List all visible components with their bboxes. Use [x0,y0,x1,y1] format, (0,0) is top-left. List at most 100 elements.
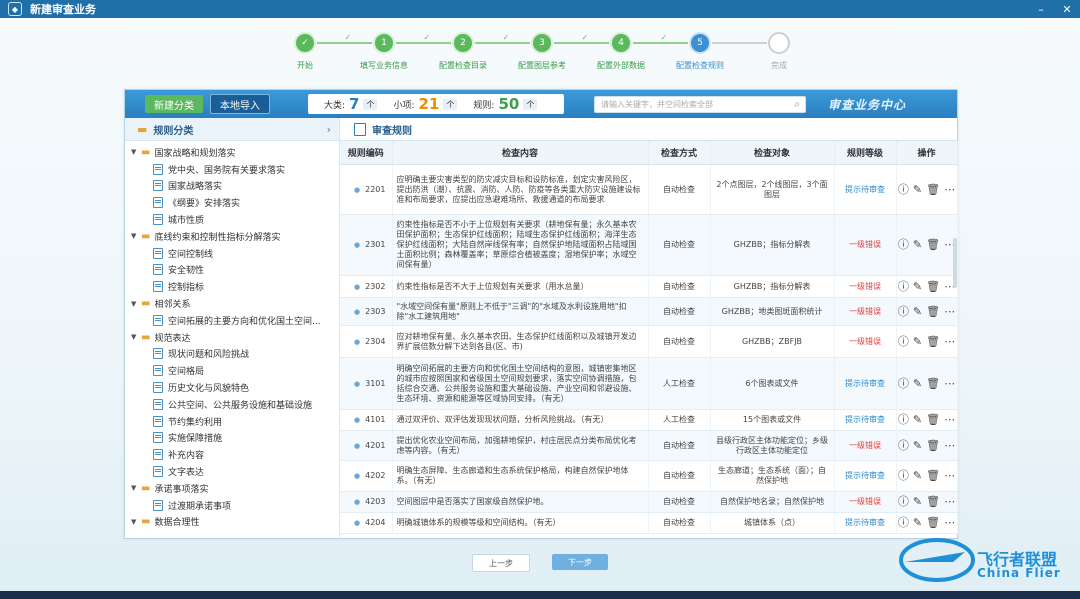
tree-leaf-item[interactable]: 过渡期承诺事项 [125,497,339,514]
delete-icon[interactable]: 🗑 [926,414,940,425]
tree-leaf-item[interactable]: 实施保障措施 [125,430,339,447]
prev-step-button[interactable]: 上一步 [472,554,530,572]
search-input[interactable]: 请输入关键字，并空间检索全部 ⌕ [594,95,806,113]
collapse-arrow-icon[interactable]: › [327,123,331,136]
expand-caret-icon[interactable]: ▼ [131,148,141,156]
vertical-scrollbar[interactable] [953,238,957,288]
local-import-button[interactable]: 本地导入 [210,94,270,114]
close-button[interactable]: ✕ [1054,0,1080,18]
table-row[interactable]: ● 4201 提出优化农业空间布局，加强耕地保护，村庄居民点分类布局优化考虑等内容。… [340,430,958,461]
tree-leaf-item[interactable]: 空间拓展的主要方向和优化国土空间... [125,312,339,329]
tree-category-item[interactable]: ▼ ▬ 相邻关系 [125,295,339,312]
edit-icon[interactable]: ✎ [913,184,922,195]
edit-icon[interactable]: ✎ [913,281,922,292]
table-row[interactable]: ● 3101 明确空间拓展的主要方向和优化国土空间结构的意图，城镇密集地区的城市应按… [340,357,958,410]
delete-icon[interactable]: 🗑 [926,440,940,451]
info-icon[interactable]: ⓘ [898,336,909,347]
more-icon[interactable]: ⋯ [944,517,955,528]
tree-leaf-item[interactable]: 党中央、国务院有关要求落实 [125,161,339,178]
more-icon[interactable]: ⋯ [944,184,955,195]
expand-caret-icon[interactable]: ▼ [131,484,141,492]
step-2: 1 填写业务信息 [349,30,419,71]
expand-caret-icon[interactable]: ▼ [131,333,141,341]
delete-icon[interactable]: 🗑 [926,517,940,528]
delete-icon[interactable]: 🗑 [926,239,940,250]
table-row[interactable]: ● 2303 "水域空间保有量"原则上不低于"三调"的"水域及水利设施用地"扣除"水… [340,297,958,326]
tree-category-item[interactable]: ▼ ▬ 数据合理性 [125,514,339,531]
tree-leaf-item[interactable]: 城市性质 [125,211,339,228]
tree-leaf-item[interactable]: 节约集约利用 [125,413,339,430]
expand-caret-icon[interactable]: ▼ [131,300,141,308]
tree-category-item[interactable]: ▼ ▬ 规范表达 [125,329,339,346]
edit-icon[interactable]: ✎ [913,496,922,507]
edit-icon[interactable]: ✎ [913,517,922,528]
search-icon[interactable]: ⌕ [794,99,800,110]
delete-icon[interactable]: 🗑 [926,470,940,481]
edit-icon[interactable]: ✎ [913,378,922,389]
delete-icon[interactable]: 🗑 [926,496,940,507]
document-icon [153,382,163,394]
tree-leaf-item[interactable]: 文字表达 [125,463,339,480]
tree-item-label: 数据合理性 [154,518,200,529]
info-icon[interactable]: ⓘ [898,239,909,250]
table-row[interactable]: ● 4202 明确生态屏障、生态廊道和生态系统保护格局，构建自然保护地体系。（有无）… [340,460,958,492]
table-row[interactable]: ● 4203 空间图层中是否落实了国家级自然保护地。 自动检查 自然保护地名录；自然保护… [340,491,958,513]
document-icon [153,432,163,444]
expand-caret-icon[interactable]: ▼ [131,232,141,240]
more-icon[interactable]: ⋯ [944,440,955,451]
tree-leaf-item[interactable]: 安全韧性 [125,262,339,279]
tree-leaf-item[interactable]: 国家战略落实 [125,178,339,195]
table-row[interactable]: ● 2302 约束性指标是否不大于上位规划有关要求（用水总量） 自动检查 GHZBB；指… [340,275,958,298]
delete-icon[interactable]: 🗑 [926,281,940,292]
info-icon[interactable]: ⓘ [898,184,909,195]
rule-level-cell: 提示待审查 [834,409,897,431]
edit-icon[interactable]: ✎ [913,336,922,347]
more-icon[interactable]: ⋯ [944,414,955,425]
tree-leaf-item[interactable]: 现状问题和风险挑战 [125,346,339,363]
more-icon[interactable]: ⋯ [944,470,955,481]
edit-icon[interactable]: ✎ [913,306,922,317]
bullet-icon: ● [354,416,361,424]
more-icon[interactable]: ⋯ [944,378,955,389]
info-icon[interactable]: ⓘ [898,281,909,292]
info-icon[interactable]: ⓘ [898,378,909,389]
expand-caret-icon[interactable]: ▼ [131,518,141,526]
table-row[interactable]: ● 4204 明确城镇体系的规模等级和空间结构。（有无） 自动检查 城镇体系（点） 提示待… [340,512,958,534]
tree-leaf-item[interactable]: 空间格局 [125,362,339,379]
tree-leaf-item[interactable]: 《纲要》安排落实 [125,194,339,211]
info-icon[interactable]: ⓘ [898,414,909,425]
edit-icon[interactable]: ✎ [913,239,922,250]
minimize-button[interactable]: – [1028,0,1054,18]
delete-icon[interactable]: 🗑 [926,336,940,347]
edit-icon[interactable]: ✎ [913,414,922,425]
new-category-button[interactable]: 新建分类 [145,95,203,113]
edit-icon[interactable]: ✎ [913,440,922,451]
step-label: 配置外部数据 [597,61,645,70]
info-icon[interactable]: ⓘ [898,440,909,451]
tree-leaf-item[interactable]: 空间控制线 [125,245,339,262]
table-row[interactable]: ● 2304 应对耕地保有量、永久基本农田、生态保护红线面积以及城镇开发边界扩展倍数… [340,325,958,358]
check-method-cell: 自动检查 [648,297,711,326]
tree-leaf-item[interactable]: 历史文化与风貌特色 [125,379,339,396]
more-icon[interactable]: ⋯ [944,306,955,317]
tree-category-item[interactable]: ▼ ▬ 底线约束和控制性指标分解落实 [125,228,339,245]
delete-icon[interactable]: 🗑 [926,378,940,389]
tree-category-item[interactable]: ▼ ▬ 国家战略和规划落实 [125,144,339,161]
info-icon[interactable]: ⓘ [898,496,909,507]
more-icon[interactable]: ⋯ [944,496,955,507]
info-icon[interactable]: ⓘ [898,306,909,317]
table-row[interactable]: ● 2301 约束性指标是否不小于上位规划有关要求（耕地保有量；永久基本农田保护面积… [340,214,958,276]
table-row[interactable]: ● 2201 应明确主要灾害类型的防灾减灾目标和设防标准，划定灾害风险区，提出防洪（… [340,164,958,215]
tree-leaf-item[interactable]: 公共空间、公共服务设施和基础设施 [125,396,339,413]
delete-icon[interactable]: 🗑 [926,184,940,195]
more-icon[interactable]: ⋯ [944,336,955,347]
next-step-button[interactable]: 下一步 [552,554,608,570]
tree-leaf-item[interactable]: 补充内容 [125,446,339,463]
tree-category-item[interactable]: ▼ ▬ 承诺事项落实 [125,480,339,497]
tree-leaf-item[interactable]: 控制指标 [125,278,339,295]
info-icon[interactable]: ⓘ [898,517,909,528]
table-row[interactable]: ● 4101 通过双评价、双评估发现现状问题，分析风险挑战。（有无） 人工检查 15个图… [340,409,958,431]
info-icon[interactable]: ⓘ [898,470,909,481]
edit-icon[interactable]: ✎ [913,470,922,481]
delete-icon[interactable]: 🗑 [926,306,940,317]
